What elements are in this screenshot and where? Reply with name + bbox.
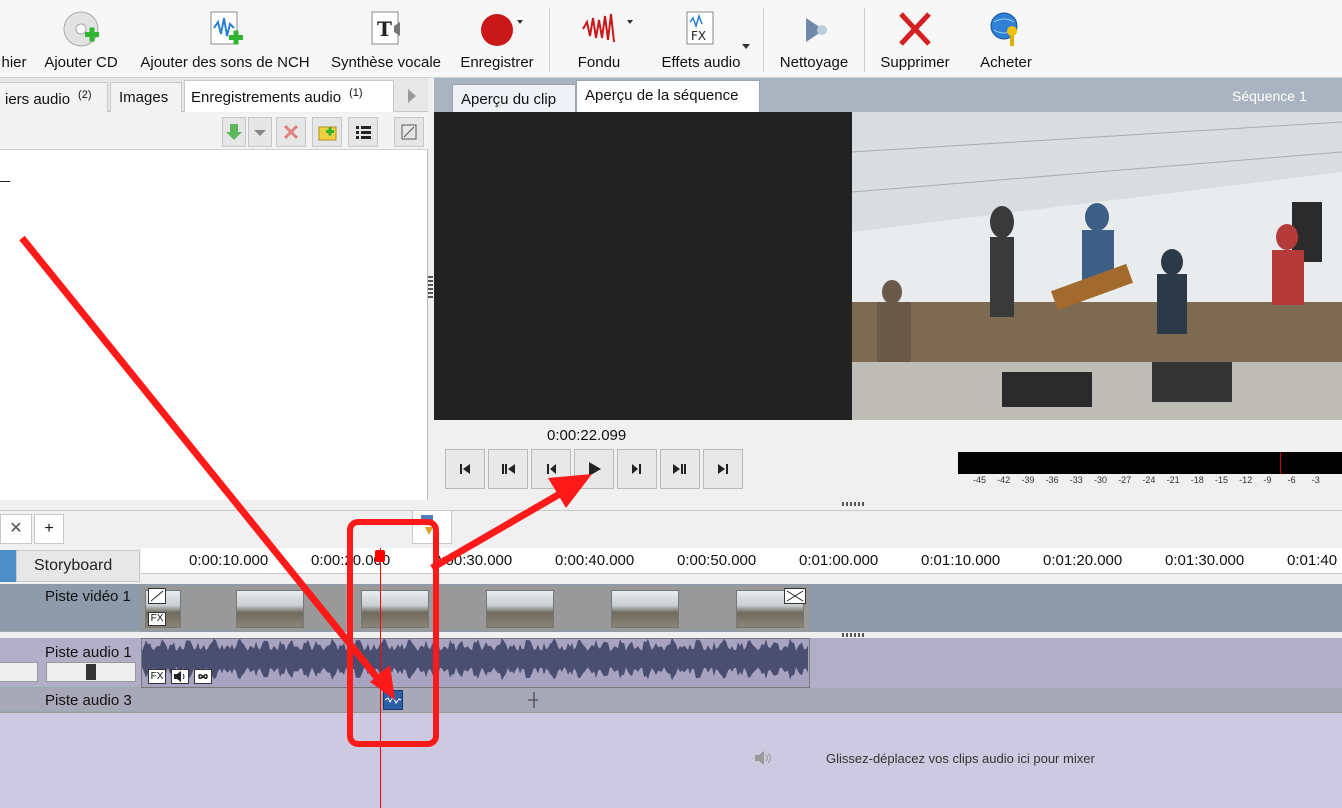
- annotation-highlight-box: [347, 519, 439, 747]
- annotation-arrow-to-track: [19, 235, 395, 700]
- annotation-arrow-to-play: [430, 474, 592, 572]
- annotation-overlay: [19, 235, 592, 747]
